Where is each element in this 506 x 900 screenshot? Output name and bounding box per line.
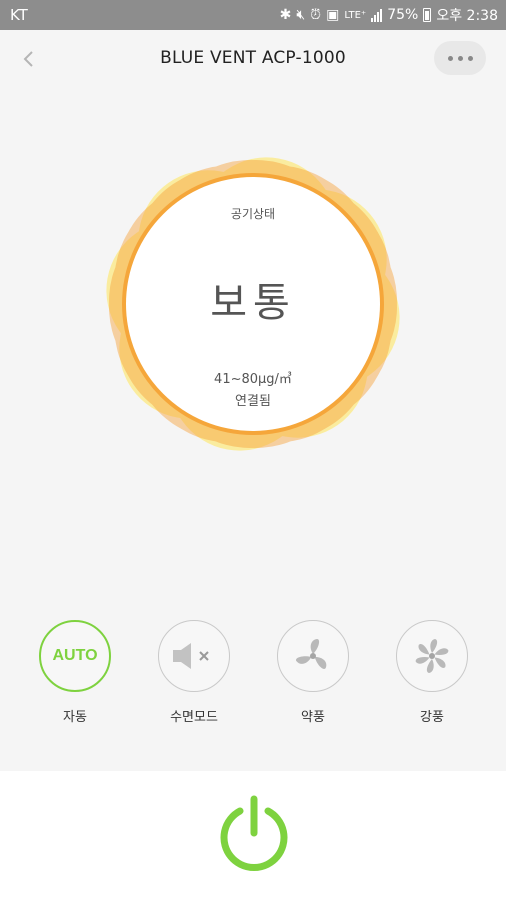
status-bar: KT ✱ 🔇︎ ⏰︎ ▣ LTE⁺ 75% 오후 2:38	[0, 0, 506, 30]
mode-sleep-button[interactable]: 수면모드	[144, 620, 244, 725]
power-button[interactable]	[216, 793, 292, 873]
carrier-name: KT	[10, 6, 28, 24]
alarm-icon: ⏰︎	[310, 7, 322, 23]
bluetooth-icon: ✱	[279, 7, 292, 23]
signal-icon	[371, 8, 383, 22]
status-icons: ✱ 🔇︎ ⏰︎ ▣ LTE⁺ 75% 오후 2:38	[280, 5, 498, 25]
mode-auto-button[interactable]: AUTO 자동	[25, 620, 125, 725]
mode-label: 자동	[63, 710, 87, 725]
power-panel	[0, 771, 506, 900]
more-horizontal-icon	[447, 55, 453, 61]
mode-sleep-circle[interactable]	[158, 620, 230, 692]
app-header: BLUE VENT ACP-1000	[0, 30, 506, 88]
mode-low-fan-button[interactable]: 약풍	[263, 620, 363, 725]
mode-label: 수면모드	[170, 710, 218, 725]
lte-label: LTE⁺	[344, 9, 367, 21]
air-status-caption: 공기상태	[230, 207, 276, 221]
mute-icon: 🔇︎	[296, 7, 306, 23]
air-quality-range: 41~80μg/㎥	[214, 372, 292, 387]
battery-icon	[423, 8, 432, 22]
nfc-icon: ▣	[326, 7, 340, 23]
mode-selector: AUTO 자동 수면모드 약풍 강풍	[0, 620, 506, 730]
auto-icon: AUTO	[52, 647, 98, 664]
mode-label: 약풍	[301, 710, 325, 725]
page-title: BLUE VENT ACP-1000	[160, 48, 346, 68]
battery-percent: 75%	[387, 7, 419, 23]
mode-auto-circle[interactable]: AUTO	[39, 620, 111, 692]
fan-high-icon	[415, 639, 449, 673]
mode-label: 강풍	[420, 710, 444, 725]
mode-low-fan-circle[interactable]	[277, 620, 349, 692]
connection-status: 연결됨	[235, 394, 271, 409]
more-options-button[interactable]	[434, 41, 486, 75]
power-icon	[220, 795, 288, 871]
air-quality-indicator: 공기상태 보통 41~80μg/㎥ 연결됨	[78, 136, 428, 472]
fan-low-icon	[296, 639, 327, 669]
clock: 오후 2:38	[436, 8, 498, 24]
speaker-mute-icon	[173, 643, 209, 669]
mode-high-fan-button[interactable]: 강풍	[382, 620, 482, 725]
mode-high-fan-circle[interactable]	[396, 620, 468, 692]
air-quality-level: 보통	[210, 280, 296, 326]
